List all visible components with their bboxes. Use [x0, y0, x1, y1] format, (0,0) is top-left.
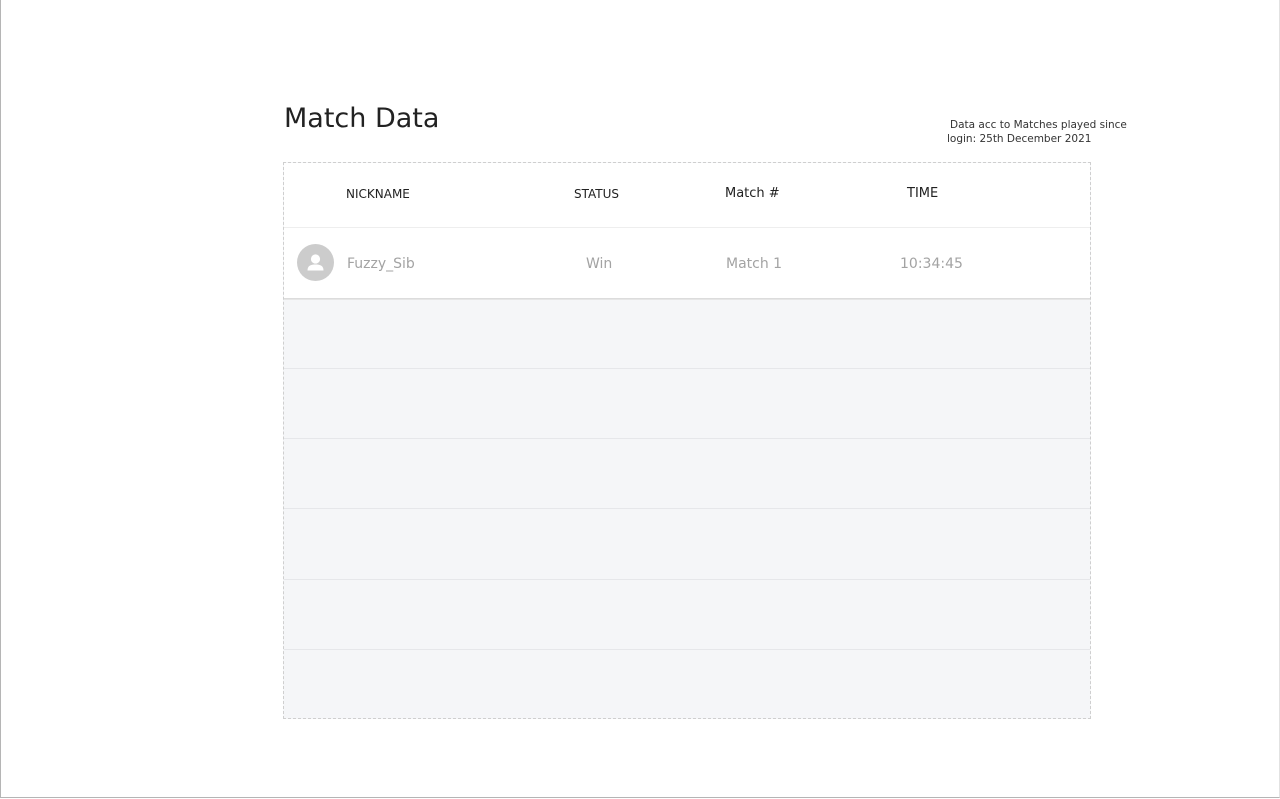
data-scope-note-line-2: login: 25th December 2021 [947, 133, 1092, 145]
column-header-match[interactable]: Match # [725, 186, 780, 201]
empty-table-row [284, 439, 1090, 509]
empty-table-row [284, 510, 1090, 580]
row-match-number: Match 1 [726, 256, 783, 272]
empty-table-row [284, 580, 1090, 650]
page-title: Match Data [284, 103, 440, 134]
row-status: Win [586, 256, 613, 272]
column-header-status[interactable]: STATUS [574, 187, 619, 201]
table-header: NICKNAME STATUS Match # TIME [284, 163, 1090, 228]
row-time: 10:34:45 [900, 256, 963, 272]
column-header-time[interactable]: TIME [907, 186, 938, 201]
data-scope-note: Data acc to Matches played since login: … [947, 118, 1127, 146]
table-row[interactable]: Fuzzy_Sib Win Match 1 10:34:45 [284, 228, 1090, 299]
app-frame: Match Data Data acc to Matches played si… [0, 0, 1280, 798]
column-header-nickname[interactable]: NICKNAME [346, 187, 410, 201]
empty-table-row [284, 299, 1090, 369]
empty-table-row [284, 369, 1090, 439]
empty-table-row [284, 650, 1090, 720]
row-nickname: Fuzzy_Sib [347, 256, 415, 272]
data-scope-note-line-1: Data acc to Matches played since [950, 119, 1127, 131]
user-icon [297, 244, 334, 281]
match-table: NICKNAME STATUS Match # TIME Fuzzy_Sib W… [283, 162, 1091, 719]
